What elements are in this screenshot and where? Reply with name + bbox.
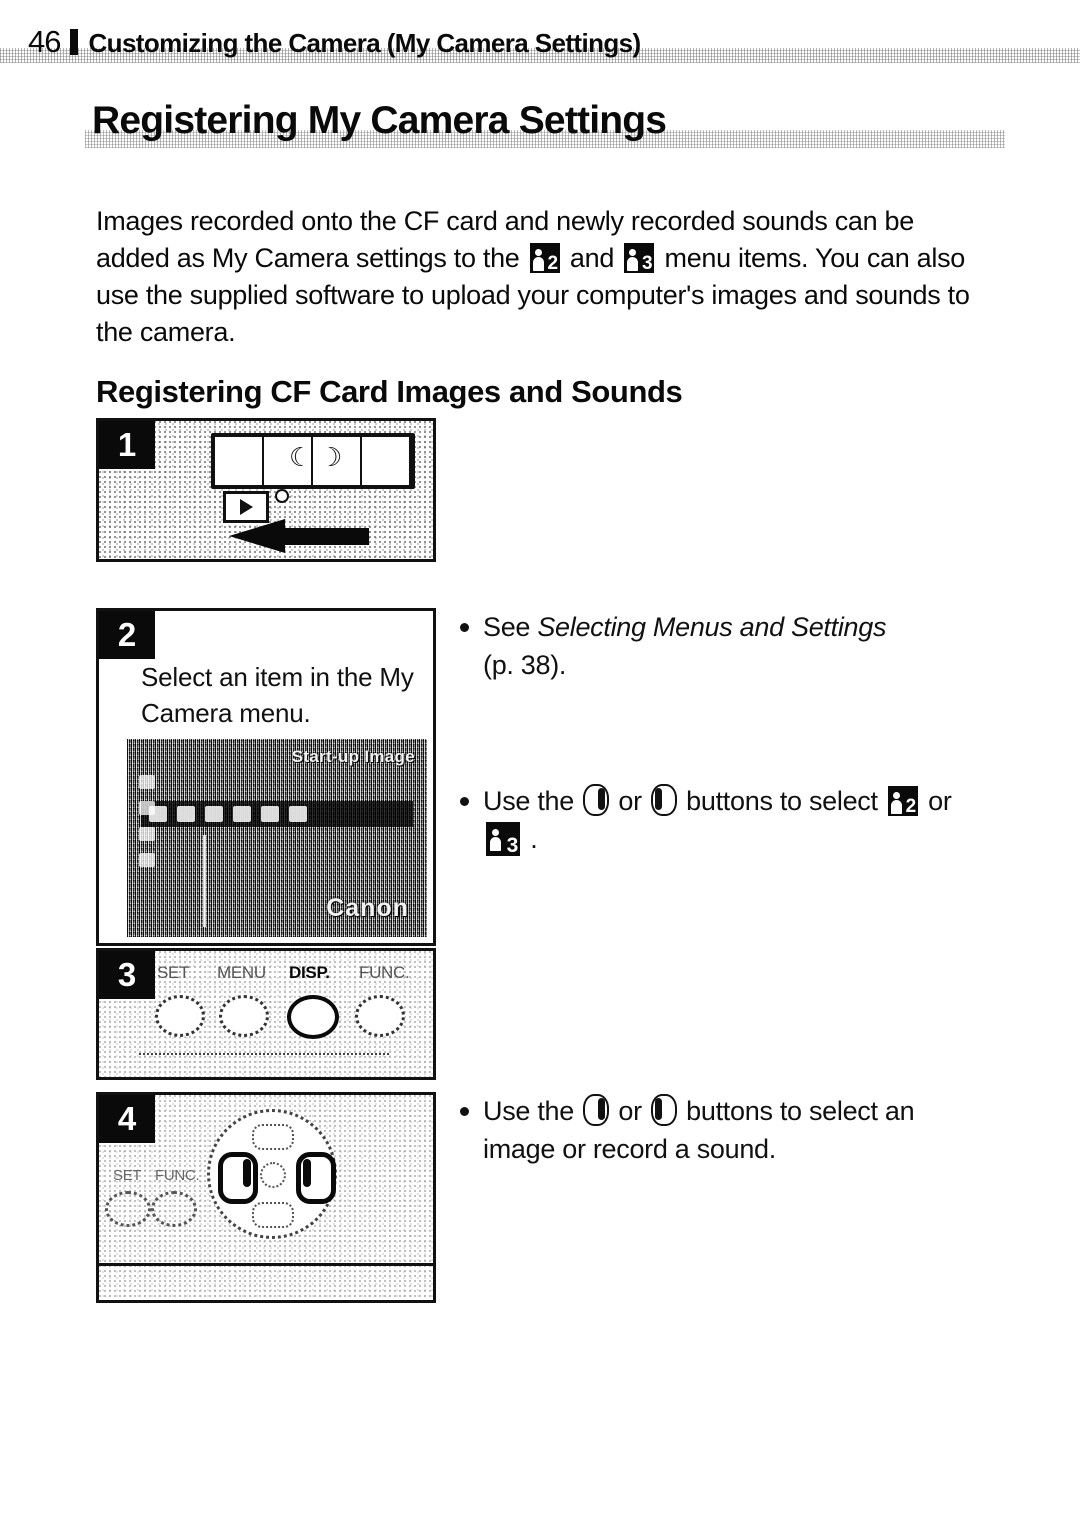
dial-down-button [252,1202,294,1228]
left-button-icon [583,784,610,816]
moon-glyph-icon: ☾ [289,443,313,473]
lcd-brand-text: Canon [326,894,409,922]
switch-segment [215,437,264,485]
step-badge-1: 1 [99,421,155,469]
lcd-icon [139,801,155,815]
my-camera-2-icon: 2 [529,243,560,273]
step-2-caption: Select an item in the My Camera menu. [141,662,414,728]
section-heading: Registering CF Card Images and Sounds [96,373,683,409]
bullet-conjunction: or [611,786,649,816]
set-button-label: SET [157,963,190,982]
step-badge-2: 2 [99,611,155,659]
arrow-head [229,519,285,553]
figure-step-2: 2 Select an item in the My Camera menu. … [96,608,436,946]
func-button-label: FUNC. [359,963,410,982]
page-header: 46 Customizing the Camera (My Camera Set… [0,26,1080,66]
lcd-menu-screenshot: Start-up Image Canon [127,739,427,937]
dial-left-button-highlight [218,1152,258,1204]
lcd-column-divider [203,835,206,927]
set-button [155,995,205,1037]
step-badge-3: 3 [99,951,155,999]
lcd-icon [139,853,155,867]
lcd-menu-title: Start-up Image [291,747,415,766]
bullet-conjunction: or [611,1096,649,1126]
figure-bottom-rule [99,1263,433,1266]
lcd-icon [233,806,251,822]
header-title: Customizing the Camera (My Camera Settin… [88,28,641,58]
dial-right-button-highlight [296,1152,336,1204]
bullet-dot-icon [460,1107,469,1116]
disp-button [287,995,339,1039]
bullet-dot-icon [460,797,469,806]
bust-silhouette-icon [627,249,639,271]
left-button-icon [583,1094,610,1126]
func-button [355,995,405,1037]
bullet-text-part1: Use the [483,1096,582,1126]
bust-silhouette-icon [490,829,502,854]
camera-button-row: SET MENU DISP. FUNC. [155,959,425,1039]
dial-up-button [252,1124,294,1150]
lcd-icon [139,775,155,789]
referenced-section-title: Selecting Menus and Settings [537,612,887,642]
direction-arrow-icon [229,519,369,553]
bullet-text-part1: Use the [483,786,582,816]
playback-triangle-icon [239,499,253,515]
my-camera-3-icon: 3 [486,822,520,856]
right-button-icon [650,784,677,816]
right-button-icon [650,1094,677,1126]
lcd-icon [139,827,155,841]
bullet-text-part2: buttons to select [678,786,885,816]
dial-right-glyph-icon [303,1159,311,1187]
bust-silhouette-icon [532,249,544,271]
bullet-text-part3: or [920,786,952,816]
page-reference: (p. 38). [483,650,567,680]
my-camera-3-icon: 3 [624,243,655,273]
figure-step-4: SET FUNC. 4 [96,1092,436,1303]
my-camera-2-icon: 2 [887,786,918,816]
menu-button-label: MENU [217,963,266,982]
disp-button-label: DISP. [289,963,330,982]
bullet-text: Use the or buttons to select an image or… [483,1092,980,1168]
lcd-icon [205,806,223,822]
bullet-lead: See [483,612,538,642]
camera-base-edge [139,1053,389,1061]
moon-glyph-icon: ☽ [319,443,343,473]
bullet-text-part4: . [523,824,538,854]
bullet-text: See Selecting Menus and Settings (p. 38). [483,608,980,684]
main-title-block: Registering My Camera Settings [85,99,1005,152]
mode-switch-plate: ☾ ☽ [211,433,415,489]
bullet-text: Use the or buttons to select 2 or 3 . [483,782,990,858]
lcd-left-icon-column [139,775,189,879]
bullet-use-buttons-select-image: Use the or buttons to select an image or… [460,1092,980,1168]
lcd-icon [261,806,279,822]
lcd-icon [289,806,307,822]
arrow-shaft [283,528,369,545]
step-badge-4: 4 [99,1095,155,1143]
figure-step-1: ☾ ☽ 1 [96,418,436,562]
intro-text-part2: and [562,243,622,273]
bullet-see-selecting-menus: See Selecting Menus and Settings (p. 38). [460,608,980,684]
page-number: 46 [28,24,61,59]
dial-left-glyph-icon [243,1159,251,1187]
indicator-lamp-icon [275,489,289,503]
dial-center-hub [260,1162,286,1188]
step4-func-label: FUNC. [155,1167,200,1184]
page-title: Registering My Camera Settings [92,99,667,142]
bullet-dot-icon [460,623,469,632]
header-divider-rule [70,29,79,55]
menu-button [219,995,269,1037]
figure-step-3: SET MENU DISP. FUNC. 3 [96,948,436,1080]
intro-paragraph: Images recorded onto the CF card and new… [96,203,982,351]
step4-set-label: SET [113,1167,142,1184]
step4-func-button [151,1191,197,1227]
omni-selector-dial [207,1109,337,1239]
step4-set-button [105,1191,151,1227]
bullet-use-buttons-select-icon: Use the or buttons to select 2 or 3 . [460,782,990,858]
switch-segment [362,437,411,485]
bust-silhouette-icon [890,792,902,814]
